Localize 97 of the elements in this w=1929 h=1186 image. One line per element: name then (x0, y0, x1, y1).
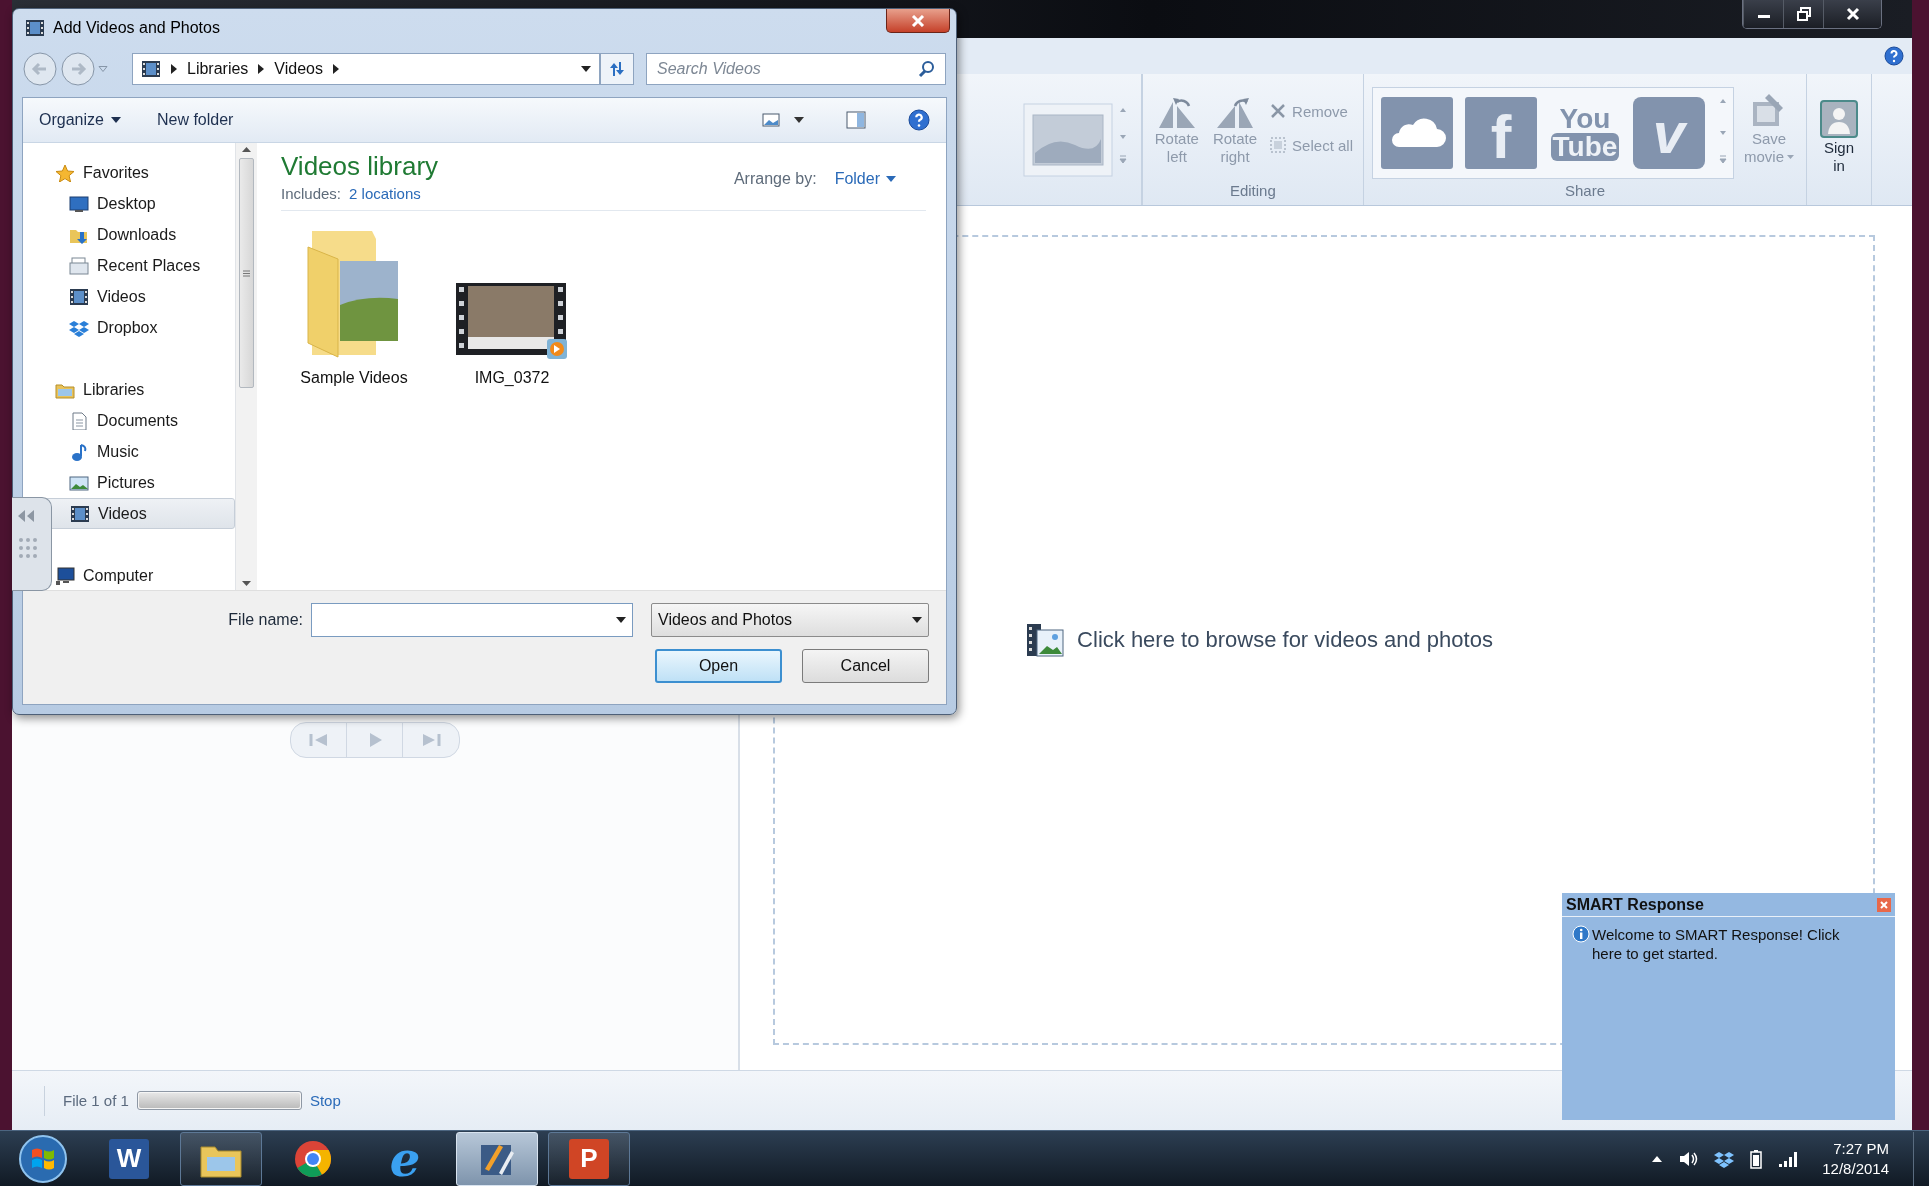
restore-button[interactable] (1783, 0, 1823, 28)
caret-icon[interactable] (794, 117, 804, 123)
start-orb-icon[interactable] (18, 1133, 68, 1184)
tree-item[interactable]: Dropbox (23, 312, 235, 343)
close-icon (1845, 7, 1860, 21)
x-mark-icon (1269, 102, 1288, 120)
sign-in-button[interactable]: Sign in (1815, 94, 1863, 179)
group-label: Share (1564, 182, 1605, 201)
tree-item[interactable]: Recent Places (23, 250, 235, 281)
slides-app-button[interactable]: P (548, 1131, 630, 1186)
folder-app-button[interactable] (180, 1131, 262, 1186)
help-icon[interactable] (1884, 46, 1904, 66)
triangle-right-icon[interactable] (171, 64, 177, 74)
tree-item[interactable]: Music (23, 436, 235, 467)
clock[interactable]: 7:27 PM 12/8/2014 (1822, 1138, 1889, 1179)
film-app-button[interactable] (456, 1131, 538, 1186)
refresh-icon (607, 60, 627, 78)
tree-item[interactable]: Pictures (23, 467, 235, 498)
triangle-right-icon[interactable] (333, 64, 339, 74)
grip-icon (243, 269, 250, 277)
window-title: Add Videos and Photos (53, 19, 221, 37)
locations-link[interactable]: 2 locations (349, 185, 421, 202)
dropdown-caret-icon[interactable] (581, 66, 591, 72)
notification-message[interactable]: Welcome to SMART Response! Click here to get started. (1592, 925, 1857, 963)
new-folder-button[interactable]: New folder (156, 111, 234, 129)
computer-icon (55, 566, 75, 585)
caret-icon (886, 176, 896, 182)
dropdown-caret-icon[interactable] (616, 617, 626, 623)
document-icon (69, 411, 89, 430)
close-button[interactable] (886, 9, 950, 33)
tree-item[interactable]: Desktop (23, 188, 235, 219)
tree-item[interactable]: Videos (23, 281, 235, 312)
film-strip-icon (141, 60, 161, 78)
cloud-tile-icon[interactable] (1381, 97, 1453, 169)
star-icon (55, 163, 75, 182)
tree-item[interactable]: Downloads (23, 219, 235, 250)
triangle-right-icon[interactable] (258, 64, 265, 74)
scroll-up-icon (242, 147, 251, 152)
close-button[interactable] (1823, 0, 1881, 28)
scrollbar[interactable] (235, 143, 257, 590)
monitor-icon (69, 194, 89, 213)
minimize-button[interactable] (1743, 0, 1783, 28)
file-name-field[interactable] (311, 603, 633, 637)
music-note-icon (69, 442, 89, 461)
box-logo-icon[interactable] (1714, 1149, 1735, 1168)
breadcrumb-item[interactable]: Libraries (187, 60, 249, 78)
volume-icon[interactable] (1678, 1149, 1699, 1168)
refresh-button[interactable] (600, 53, 634, 85)
file-type-dropdown[interactable]: Videos and Photos (651, 603, 929, 637)
organize-menu[interactable]: Organize (39, 111, 121, 129)
arrange-label: Arrange by: (733, 170, 817, 188)
scroll-down-icon (242, 581, 251, 586)
tree-item[interactable]: Documents (23, 405, 235, 436)
browser-app-button[interactable]: e (364, 1131, 446, 1186)
info-icon (1572, 925, 1590, 943)
tree-item[interactable]: Libraries (23, 374, 235, 405)
file-counter: File 1 of 1 (63, 1092, 129, 1109)
show-hidden-icon[interactable] (1652, 1155, 1663, 1162)
stop-link[interactable]: Stop (309, 1092, 341, 1109)
person-icon (1819, 98, 1859, 139)
search-icon[interactable] (918, 60, 936, 78)
view-icon[interactable] (762, 112, 780, 128)
help-icon[interactable] (908, 109, 930, 131)
landscape-picture-icon (69, 473, 89, 492)
file-item[interactable]: Sample Videos (289, 221, 419, 387)
arrange-dropdown[interactable]: Folder (834, 170, 896, 188)
caret-icon (1787, 155, 1794, 159)
search-field[interactable]: Search Videos (646, 53, 946, 85)
address-bar[interactable]: Libraries Videos (132, 53, 600, 85)
film-strip-icon (69, 287, 89, 306)
field-label: File name: (228, 611, 303, 629)
tree-item[interactable]: Favorites (23, 157, 235, 188)
includes-label: Includes: (281, 185, 342, 202)
notification-title: SMART Response (1566, 895, 1704, 914)
document-stack-icon (69, 256, 89, 275)
film-strip-icon (25, 19, 45, 37)
film-strip-icon (70, 504, 90, 523)
caret-icon (110, 117, 121, 123)
library-title: Videos library (281, 151, 439, 182)
dropdown-caret-icon (912, 617, 922, 623)
group-label: Editing (1229, 182, 1276, 201)
battery-icon[interactable] (1750, 1148, 1763, 1169)
file-item[interactable]: IMG_0372 (447, 221, 577, 387)
previous-frame-icon (308, 732, 329, 748)
breadcrumb-item[interactable]: Videos (274, 60, 323, 78)
signal-bars-icon[interactable] (1778, 1150, 1799, 1167)
cancel-button[interactable]: Cancel (802, 649, 929, 683)
next-frame-icon (421, 732, 441, 748)
browse-prompt[interactable]: Click here to browse for videos and photos (1077, 627, 1493, 653)
open-button[interactable]: Open (655, 649, 782, 683)
word-app-button[interactable]: W (88, 1131, 170, 1186)
restore-icon (1796, 7, 1811, 21)
dashed-square-icon (1269, 136, 1288, 154)
close-icon (911, 14, 925, 27)
round-logo-icon (293, 1138, 333, 1179)
close-icon[interactable] (1877, 897, 1891, 912)
box-logo-icon (69, 318, 89, 337)
